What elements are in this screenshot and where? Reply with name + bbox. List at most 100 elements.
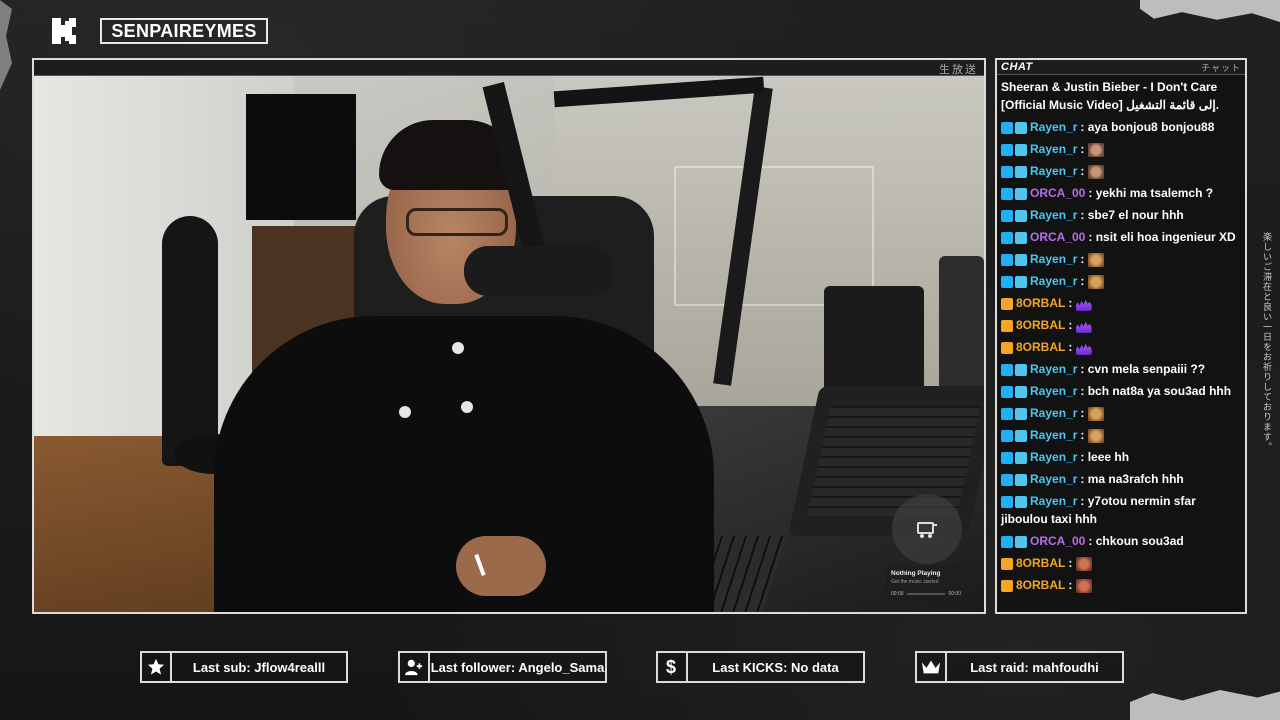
chat-panel: CHAT チャット Sheeran & Justin Bieber - I Do… (995, 58, 1247, 614)
chat-username[interactable]: 8ORBAL (1016, 340, 1065, 354)
wave-emote-icon (1075, 343, 1092, 355)
chat-separator: : (1080, 164, 1088, 178)
mod-badge-icon (1015, 253, 1027, 266)
chat-username[interactable]: 8ORBAL (1016, 556, 1065, 570)
wave-emote-icon (1075, 321, 1092, 333)
music-cart-icon (892, 494, 962, 564)
chat-separator: : (1080, 472, 1088, 486)
chat-username[interactable]: 8ORBAL (1016, 296, 1065, 310)
speaker (162, 216, 218, 466)
chat-message: ORCA_00: nsit eli hoa ingenieur XD (1001, 226, 1245, 248)
chat-username[interactable]: 8ORBAL (1016, 578, 1065, 592)
mod-badge-icon (1015, 187, 1027, 200)
chat-separator: : (1068, 318, 1076, 332)
chat-text: bch nat8a ya sou3ad hhh (1087, 384, 1232, 398)
kick-badge-icon (1001, 187, 1013, 200)
chat-separator: : (1068, 296, 1076, 310)
mod-badge-icon (1015, 363, 1027, 376)
kick-badge-icon (1001, 275, 1013, 288)
chat-message: 8ORBAL: (1001, 292, 1245, 314)
chat-username[interactable]: ORCA_00 (1030, 230, 1085, 244)
mod-badge-icon (1015, 165, 1027, 178)
chat-message: 8ORBAL: (1001, 336, 1245, 358)
kick-badge-icon (1001, 429, 1013, 442)
chat-badges (1001, 495, 1027, 508)
chat-separator: : (1080, 362, 1088, 376)
chat-username[interactable]: Rayen_r (1030, 362, 1077, 376)
chat-text: Sheeran & Justin Bieber - I Don't Care [… (1001, 80, 1220, 112)
chat-text: sbe7 el nour hhh (1087, 208, 1184, 222)
chat-message: Rayen_r: leee hh (1001, 446, 1245, 468)
chat-separator: : (1088, 534, 1096, 548)
chat-username[interactable]: Rayen_r (1030, 120, 1077, 134)
kick-badge-icon (1001, 495, 1013, 508)
sub-badge-icon (1001, 341, 1013, 354)
mod-badge-icon (1015, 407, 1027, 420)
chat-message: ORCA_00: chkoun sou3ad (1001, 530, 1245, 552)
last-follower-widget: Last follower: Angelo_Sama (398, 651, 607, 683)
chat-separator: : (1080, 406, 1088, 420)
chat-badges (1001, 319, 1013, 332)
face-emote-icon (1087, 164, 1104, 179)
chat-badges (1001, 473, 1027, 486)
chat-message: Rayen_r: (1001, 424, 1245, 446)
sub-badge-icon (1001, 319, 1013, 332)
chat-username[interactable]: ORCA_00 (1030, 186, 1085, 200)
microphone (464, 246, 614, 296)
chat-username[interactable]: Rayen_r (1030, 164, 1077, 178)
face2-emote-icon (1087, 406, 1104, 421)
sub-badge-icon (1001, 297, 1013, 310)
chat-message: Rayen_r: (1001, 160, 1245, 182)
kick-logo-icon (50, 16, 78, 46)
chat-username[interactable]: Rayen_r (1030, 406, 1077, 420)
chat-username[interactable]: Rayen_r (1030, 142, 1077, 156)
chat-username[interactable]: 8ORBAL (1016, 318, 1065, 332)
chat-username[interactable]: Rayen_r (1030, 384, 1077, 398)
mod-badge-icon (1015, 495, 1027, 508)
chat-username[interactable]: Rayen_r (1030, 428, 1077, 442)
last-kicks-text: Last KICKS: No data (712, 659, 839, 675)
face2-emote-icon (1087, 274, 1104, 289)
kick-badge-icon (1001, 209, 1013, 222)
now-playing-title: Nothing Playing (891, 570, 941, 577)
chat-badges (1001, 143, 1027, 156)
chat-badges (1001, 557, 1013, 570)
chat-message: Rayen_r: sbe7 el nour hhh (1001, 204, 1245, 226)
chat-username[interactable]: Rayen_r (1030, 472, 1077, 486)
chat-separator: : (1080, 428, 1088, 442)
chat-separator: : (1080, 120, 1088, 134)
chat-badges (1001, 231, 1027, 244)
chat-message: Rayen_r: bch nat8a ya sou3ad hhh (1001, 380, 1245, 402)
chat-message: 8ORBAL: (1001, 574, 1245, 596)
chat-separator: : (1080, 142, 1088, 156)
kick-badge-icon (1001, 253, 1013, 266)
chat-text: cvn mela senpaiii ?? (1087, 362, 1206, 376)
chat-title: CHAT (1001, 61, 1033, 73)
chat-header: CHAT チャット (997, 60, 1245, 75)
chat-message: Rayen_r: (1001, 270, 1245, 292)
chat-username[interactable]: Rayen_r (1030, 252, 1077, 266)
mod-badge-icon (1015, 451, 1027, 464)
chat-separator: : (1080, 274, 1088, 288)
chat-username[interactable]: Rayen_r (1030, 450, 1077, 464)
mod-badge-icon (1015, 231, 1027, 244)
chat-message: Rayen_r: cvn mela senpaiii ?? (1001, 358, 1245, 380)
chat-badges (1001, 187, 1027, 200)
kick-badge-icon (1001, 451, 1013, 464)
sub-badge-icon (1001, 557, 1013, 570)
chat-badges (1001, 275, 1027, 288)
face2-emote-icon (1087, 428, 1104, 443)
chat-text: nsit eli hoa ingenieur XD (1095, 230, 1236, 244)
now-playing-progress-bar (906, 593, 946, 595)
chat-username[interactable]: Rayen_r (1030, 494, 1077, 508)
chat-username[interactable]: ORCA_00 (1030, 534, 1085, 548)
chat-badges (1001, 407, 1027, 420)
chat-text: chkoun sou3ad (1095, 534, 1184, 548)
chat-username[interactable]: Rayen_r (1030, 274, 1077, 288)
chat-badges (1001, 165, 1027, 178)
face3-emote-icon (1075, 578, 1092, 593)
chat-badges (1001, 209, 1027, 222)
mod-badge-icon (1015, 121, 1027, 134)
chat-username[interactable]: Rayen_r (1030, 208, 1077, 222)
chat-separator: : (1088, 186, 1096, 200)
